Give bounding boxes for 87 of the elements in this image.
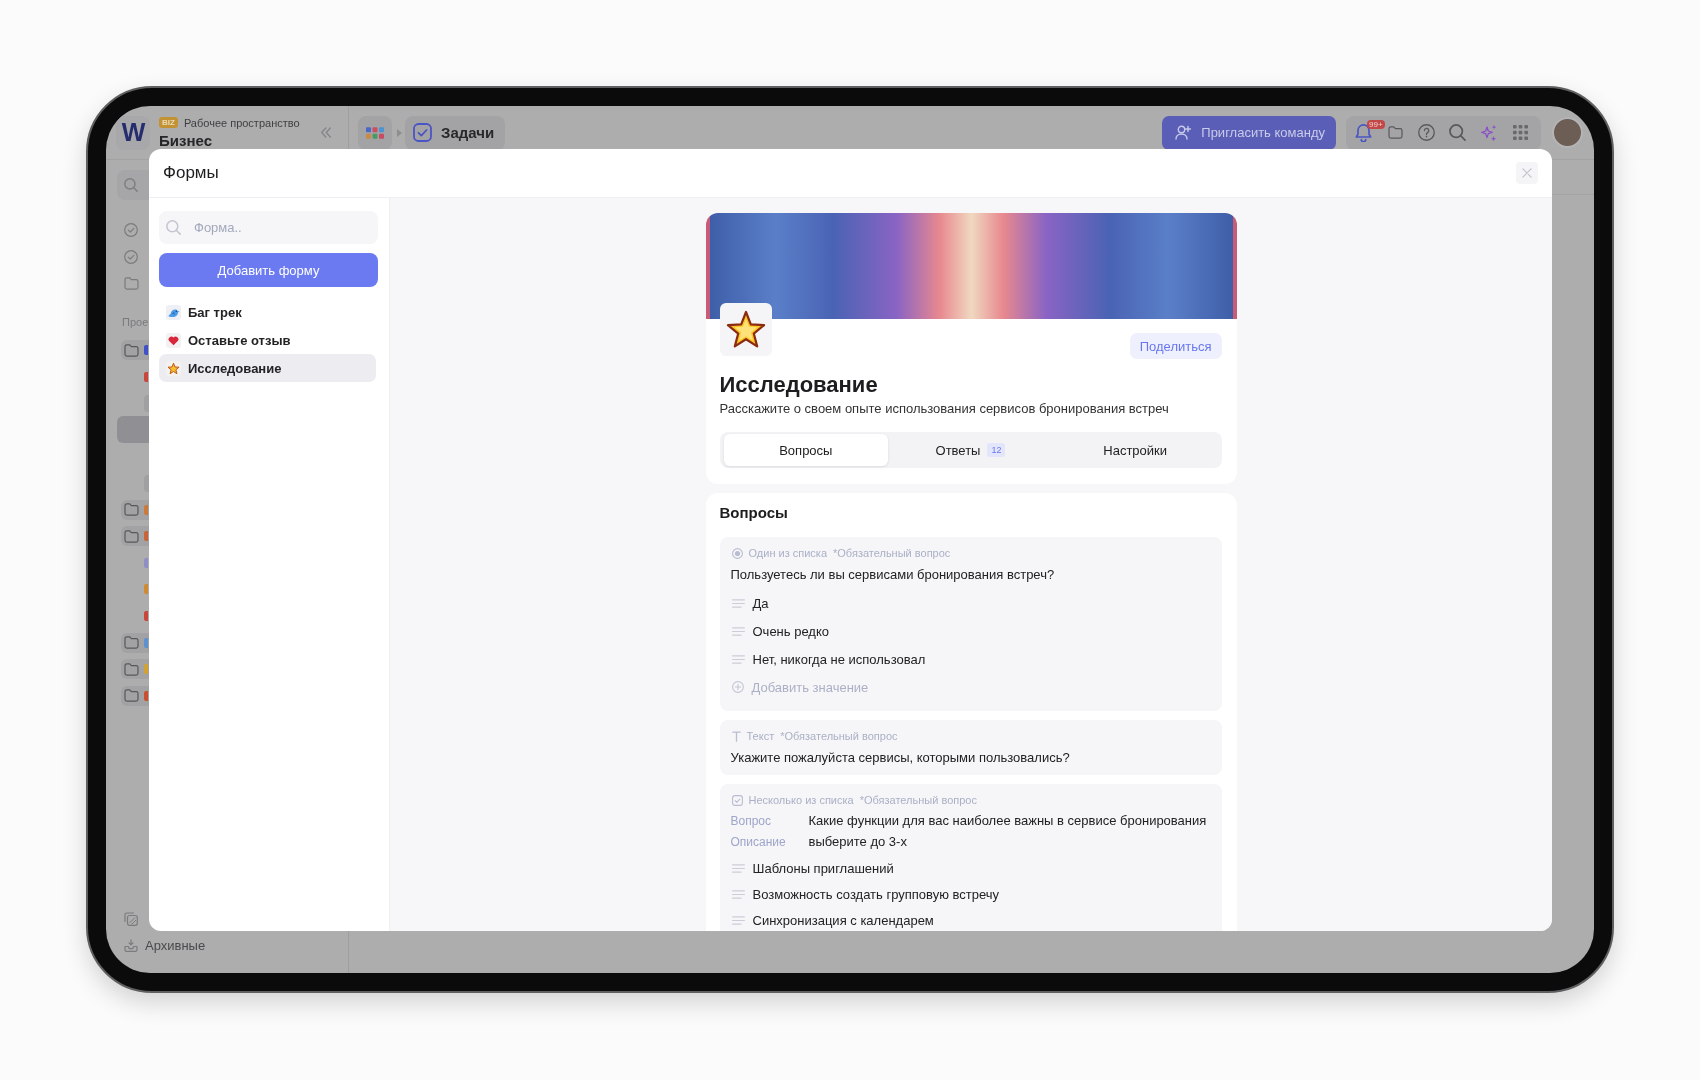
drag-handle-icon[interactable]	[731, 863, 745, 873]
workspace-name[interactable]: Бизнес	[159, 131, 212, 150]
notification-count: 99+	[1367, 119, 1385, 129]
tab[interactable]: Настройки	[1052, 434, 1218, 466]
drag-handle-icon[interactable]	[731, 626, 745, 636]
drag-handle-icon[interactable]	[731, 889, 745, 899]
dots-grid-icon[interactable]	[1513, 125, 1529, 140]
text-icon	[731, 730, 741, 742]
option-text: Шаблоны приглашений	[752, 860, 894, 876]
inbox-icon	[124, 939, 138, 953]
field-value: выберите до 3-х	[808, 834, 907, 849]
tasks-tab[interactable]: Задачи	[405, 115, 506, 150]
option-text: Возможность создать групповую встречу	[752, 886, 1000, 902]
field-label: Описание	[730, 834, 787, 849]
folder-row[interactable]	[121, 659, 149, 680]
folder-row[interactable]	[121, 499, 149, 520]
plan-badge: BIZ	[159, 117, 178, 128]
question-type: Текст	[746, 730, 775, 742]
question-text: Укажите пожалуйста сервисы, которыми пользовались?	[730, 749, 1071, 767]
form-list-item[interactable]: Баг трек	[159, 298, 376, 326]
apps-button[interactable]	[358, 115, 392, 150]
option-text: Нет, никогда не использовал	[752, 651, 926, 667]
folder-icon	[124, 662, 139, 676]
form-list-item[interactable]: Оставьте отзыв	[159, 326, 376, 354]
folder-icon	[124, 343, 139, 357]
required-label: *Обязательный вопрос	[780, 730, 898, 742]
radio-icon	[731, 547, 743, 559]
form-title: Исследование	[719, 371, 879, 399]
checkbox-icon	[413, 123, 432, 142]
form-description: Расскажите о своем опыте использования сервисов бронирования встреч	[719, 400, 1170, 418]
person-plus-icon	[1175, 125, 1192, 140]
tab[interactable]: Вопросы	[723, 434, 889, 466]
share-button[interactable]: Поделиться	[1129, 333, 1222, 359]
folder-row[interactable]	[121, 526, 149, 547]
folder-icon	[124, 636, 139, 650]
double-chevron-left-icon[interactable]	[321, 127, 331, 138]
app-logo[interactable]: W	[116, 115, 150, 150]
option-text: Очень редко	[752, 623, 829, 639]
folder-icon[interactable]	[1387, 126, 1403, 139]
checkbox-icon	[731, 794, 743, 806]
bird-icon	[166, 304, 181, 320]
search-icon[interactable]	[1449, 124, 1467, 141]
search-field[interactable]	[117, 170, 149, 200]
archive-link[interactable]: Архивные	[124, 938, 206, 954]
checkmark-circle-icon[interactable]	[124, 223, 138, 238]
question-text: Пользуетесь ли вы сервисами бронирования встреч?	[730, 566, 1056, 584]
search-field[interactable]: Форма..	[159, 211, 378, 244]
question-type: Несколько из списка	[748, 794, 854, 806]
search-icon	[166, 220, 181, 235]
triangle-right-icon	[397, 128, 402, 137]
plus-circle-icon	[731, 681, 744, 693]
folder-row[interactable]	[121, 340, 149, 361]
help-icon[interactable]	[1417, 124, 1435, 141]
drag-handle-icon[interactable]	[731, 598, 745, 608]
close-button[interactable]	[1516, 162, 1538, 184]
avatar[interactable]	[1552, 117, 1583, 148]
option-text: Да	[752, 595, 769, 611]
search-icon	[124, 178, 138, 192]
drag-handle-icon[interactable]	[731, 654, 745, 664]
close-icon	[1522, 168, 1532, 178]
form-list-item[interactable]: Исследование	[159, 354, 376, 382]
add-form-button[interactable]: Добавить форму	[159, 253, 378, 287]
folder-row[interactable]	[121, 632, 149, 653]
folder-icon	[124, 503, 139, 517]
field-value: Какие функции для вас наиболее важны в сервисе бронирования	[808, 813, 1207, 828]
required-label: *Обязательный вопрос	[833, 547, 951, 559]
dialog-title: Формы	[163, 163, 219, 183]
checkmark-circle-icon[interactable]	[124, 249, 138, 264]
field-label: Вопрос	[730, 813, 773, 828]
drag-handle-icon[interactable]	[731, 915, 745, 925]
folder-row[interactable]	[121, 685, 149, 706]
workspace-label: Рабочее пространство	[183, 115, 300, 130]
folder-icon	[124, 529, 139, 543]
folder-icon	[124, 689, 139, 703]
selected-row[interactable]	[117, 416, 149, 444]
answer-count: 12	[987, 443, 1006, 457]
star-icon	[166, 360, 181, 376]
invite-team-button[interactable]: Пригласить команду	[1162, 115, 1336, 150]
option-text: Синхронизация с календарем	[752, 912, 934, 928]
required-label: *Обязательный вопрос	[859, 794, 977, 806]
tab[interactable]: Ответы 12	[888, 434, 1053, 466]
stacked-squares-icon[interactable]	[124, 912, 138, 927]
sparkles-icon[interactable]	[1480, 123, 1499, 142]
colored-grid-icon	[366, 126, 384, 139]
section-heading: Вопросы	[719, 503, 789, 523]
folder-icon[interactable]	[124, 277, 139, 290]
question-type: Один из списка	[748, 547, 828, 559]
